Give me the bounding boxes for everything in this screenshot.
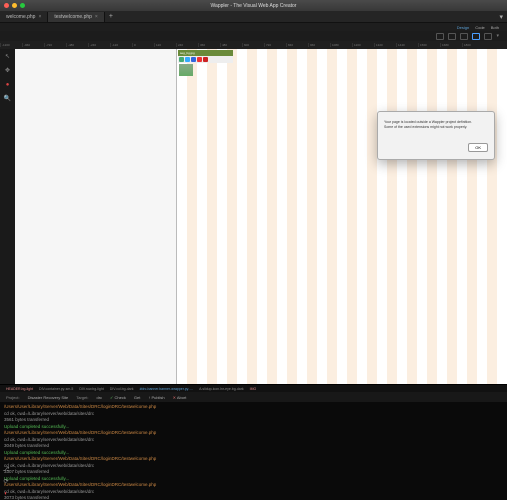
breadcrumb-item[interactable]: DIV.col.bg-dark: [110, 387, 134, 391]
device-menu-icon[interactable]: ▾: [496, 33, 499, 39]
project-label: Project:: [6, 395, 20, 400]
dom-breadcrumb-bar: HEADER.bg-light DIV.container.py-sm-5 DI…: [0, 384, 507, 392]
terminal-line: 3073 bytes transferred: [4, 495, 503, 500]
ruler-tick: -960: [22, 43, 44, 47]
design-canvas[interactable]: seg_bg.jpg Your page is located outside …: [177, 49, 507, 384]
ruler-tick: 840: [286, 43, 308, 47]
window-title: Wappler - The Visual Web App Creator: [0, 3, 507, 9]
action-icon[interactable]: [191, 57, 196, 62]
ruler-tick: -480: [66, 43, 88, 47]
breadcrumb-item[interactable]: DIV.container.py-sm-5: [39, 387, 73, 391]
terminal-sync-icon[interactable]: ⟳: [2, 478, 10, 486]
ruler-tick: 240: [176, 43, 198, 47]
tab-label: testwelcome.php: [54, 14, 92, 20]
hand-tool-icon[interactable]: ✥: [4, 67, 12, 75]
ruler-tick: 720: [264, 43, 286, 47]
dialog-ok-button[interactable]: OK: [468, 143, 488, 152]
breadcrumb-item[interactable]: DIV.row.bg-light: [79, 387, 103, 391]
selected-element-block[interactable]: seg_bg.jpg: [178, 50, 233, 77]
ruler-tick: 360: [198, 43, 220, 47]
action-icon[interactable]: [203, 57, 208, 62]
ruler-tick: -120: [110, 43, 132, 47]
abort-button[interactable]: Abort: [173, 395, 187, 400]
device-tablet-wide-icon[interactable]: [460, 33, 468, 40]
ruler-tick: 1680: [440, 43, 462, 47]
project-command-bar: Project: Disaster Recovery Site Target: …: [0, 392, 507, 402]
ruler-tick: 1560: [418, 43, 440, 47]
device-preview-bar: ▾: [0, 31, 507, 41]
workspace: ↖ ✥ ● 🔍 seg_bg.jpg Your page is located …: [0, 49, 507, 384]
element-action-icons: [178, 56, 233, 63]
ruler-tick: -720: [44, 43, 66, 47]
window-titlebar: Wappler - The Visual Web App Creator: [0, 0, 507, 11]
target-selector[interactable]: drc: [96, 395, 102, 400]
publish-button[interactable]: Publish: [148, 395, 164, 400]
ruler-tick: 0: [132, 43, 154, 47]
output-terminal[interactable]: ⎇ ⟳ ◐ /Users/User/Library/Server/Web/Dat…: [0, 402, 507, 500]
ruler-tick: -1200: [0, 43, 22, 47]
mode-design[interactable]: Design: [457, 25, 469, 30]
grid-overlay: [177, 49, 507, 384]
dialog-message-2: Some of the used extensions might not wo…: [384, 125, 488, 130]
mode-both[interactable]: Both: [491, 25, 499, 30]
device-desktop-icon[interactable]: [472, 33, 480, 40]
breadcrumb-item[interactable]: A.slidup-icon.lnr-eye.bg-dark: [199, 387, 244, 391]
tab-close-icon[interactable]: ×: [38, 14, 41, 20]
search-tool-icon[interactable]: 🔍: [4, 95, 12, 103]
project-selector[interactable]: Disaster Recovery Site: [28, 395, 69, 400]
ruler-tick: 480: [220, 43, 242, 47]
action-icon[interactable]: [179, 57, 184, 62]
ruler-tick: 120: [154, 43, 176, 47]
ruler-tick: 1440: [396, 43, 418, 47]
breadcrumb-item[interactable]: #drc-banner.banner-wrapper.py-…: [140, 387, 194, 391]
terminal-branch-icon[interactable]: ⎇: [2, 466, 10, 474]
breadcrumb-item[interactable]: HEADER.bg-light: [6, 387, 33, 391]
check-button[interactable]: Check: [110, 395, 126, 400]
tab-welcome[interactable]: welcome.php ×: [0, 12, 48, 22]
pointer-tool-icon[interactable]: ↖: [4, 53, 12, 61]
tab-testwelcome[interactable]: testwelcome.php ×: [48, 12, 104, 22]
ruler-tick: 1800: [462, 43, 484, 47]
view-mode-bar: Design Code Both: [0, 23, 507, 31]
add-tab-button[interactable]: +: [105, 13, 117, 20]
device-phone-icon[interactable]: [436, 33, 444, 40]
target-label: Target:: [76, 395, 88, 400]
tab-menu-icon[interactable]: ▾: [495, 13, 507, 21]
ruler-tick: 960: [308, 43, 330, 47]
breadcrumb-item[interactable]: IMG: [250, 387, 257, 391]
ruler-tick: 600: [242, 43, 264, 47]
action-icon[interactable]: [197, 57, 202, 62]
tab-close-icon[interactable]: ×: [95, 14, 98, 20]
terminal-error-icon[interactable]: ◐: [2, 490, 10, 498]
record-tool-icon[interactable]: ●: [4, 81, 12, 89]
left-tool-rail: ↖ ✥ ● 🔍: [0, 49, 15, 384]
device-tablet-icon[interactable]: [448, 33, 456, 40]
ruler-tick: 1320: [374, 43, 396, 47]
image-thumbnail: [179, 64, 193, 76]
device-desktop-wide-icon[interactable]: [484, 33, 492, 40]
get-button[interactable]: Get: [134, 395, 140, 400]
mode-code[interactable]: Code: [475, 25, 485, 30]
ruler-tick: 1200: [352, 43, 374, 47]
document-tab-bar: welcome.php × testwelcome.php × + ▾: [0, 11, 507, 23]
action-icon[interactable]: [185, 57, 190, 62]
tab-label: welcome.php: [6, 14, 35, 20]
canvas-gutter: [15, 49, 177, 384]
horizontal-ruler: -1200-960-720-480-240-120012024036048060…: [0, 41, 507, 49]
ruler-tick: 1080: [330, 43, 352, 47]
terminal-side-rail: ⎇ ⟳ ◐: [0, 464, 12, 500]
ruler-tick: -240: [88, 43, 110, 47]
warning-dialog: Your page is located outside a Wappler p…: [377, 111, 495, 160]
